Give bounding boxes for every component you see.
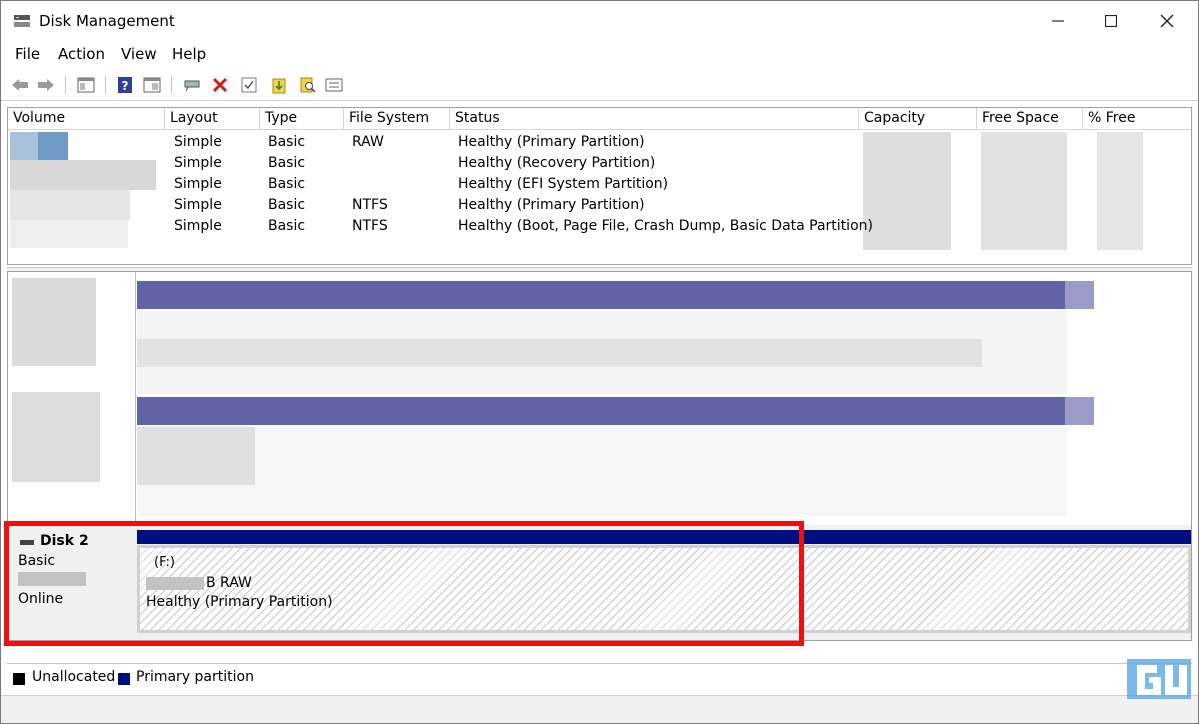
column-header-percent-free[interactable]: % Free (1083, 108, 1191, 130)
disk-management-window: Disk Management File Action View Help ? (0, 0, 1199, 724)
cell-type: Basic (268, 218, 306, 234)
cell-file-system: RAW (352, 134, 384, 150)
connect-icon (184, 80, 200, 92)
obscured-percent-free (1097, 132, 1143, 250)
forward-arrow-icon (38, 79, 54, 91)
legend: Unallocated Primary partition (7, 663, 1192, 691)
watermark-logo (1127, 659, 1191, 699)
cell-status: Healthy (Recovery Partition) (458, 155, 656, 171)
title-bar[interactable]: Disk Management (1, 1, 1198, 41)
obscured-capacity (863, 132, 951, 250)
obscured-partition-bar (1065, 281, 1094, 309)
column-header-free-space[interactable]: Free Space (977, 108, 1083, 130)
highlight-box (4, 521, 804, 646)
column-header-file-system[interactable]: File System (344, 108, 450, 130)
import-icon (272, 78, 286, 94)
cell-status: Healthy (Boot, Page File, Crash Dump, Ba… (458, 218, 873, 234)
minimize-button[interactable] (1031, 1, 1085, 41)
cell-layout: Simple (174, 176, 222, 192)
back-button[interactable] (9, 74, 31, 96)
obscured-volume-name (10, 160, 156, 190)
delete-icon (212, 77, 228, 93)
obscured-volume-name (10, 220, 128, 248)
legend-label-primary-partition: Primary partition (136, 669, 254, 685)
legend-label-unallocated: Unallocated (32, 669, 116, 685)
cell-type: Basic (268, 176, 306, 192)
obscured-disk-label (12, 278, 96, 366)
settings-panel-button[interactable] (323, 74, 345, 96)
cell-type: Basic (268, 134, 306, 150)
console-tree-icon (77, 77, 95, 93)
cell-layout: Simple (174, 134, 222, 150)
column-header-layout[interactable]: Layout (165, 108, 260, 130)
obscured-free-space (981, 132, 1067, 250)
menu-view[interactable]: View (121, 45, 157, 63)
maximize-button[interactable] (1084, 1, 1138, 41)
import-button[interactable] (268, 74, 290, 96)
obscured-volume-name (10, 132, 38, 160)
cell-status: Healthy (EFI System Partition) (458, 176, 669, 192)
maximize-icon (1105, 15, 1117, 27)
obscured-disk-label (12, 392, 100, 482)
settings-panel-icon (325, 78, 343, 92)
cell-layout: Simple (174, 197, 222, 213)
minimize-icon (1052, 20, 1064, 22)
delete-button[interactable] (209, 74, 231, 96)
window-title: Disk Management (39, 12, 175, 30)
search-icon (300, 77, 316, 93)
obscured-volume-name (38, 132, 68, 160)
legend-swatch-unallocated (13, 673, 25, 685)
column-header-status[interactable]: Status (450, 108, 859, 130)
cell-file-system: NTFS (352, 218, 388, 234)
check-icon (241, 77, 257, 93)
cell-layout: Simple (174, 155, 222, 171)
column-header-capacity[interactable]: Capacity (859, 108, 977, 130)
cell-file-system: NTFS (352, 197, 388, 213)
connect-button[interactable] (181, 74, 203, 96)
obscured-partition-bar (1065, 397, 1094, 425)
toolbar-separator (105, 76, 106, 94)
back-arrow-icon (12, 79, 28, 91)
search-button[interactable] (297, 74, 319, 96)
cell-file-system (347, 176, 352, 197)
cell-status: Healthy (Primary Partition) (458, 134, 645, 150)
disk-management-app-icon (14, 15, 30, 27)
cell-status: Healthy (Primary Partition) (458, 197, 645, 213)
disk-label-divider (135, 272, 136, 525)
toolbar-separator (171, 76, 172, 94)
obscured-partition-bar (137, 397, 1065, 425)
obscured-partition-text (137, 427, 255, 485)
toolbar: ? (1, 69, 1198, 101)
obscured-partition-text (137, 339, 982, 367)
cell-type: Basic (268, 155, 306, 171)
close-icon (1160, 14, 1174, 28)
cell-type: Basic (268, 197, 306, 213)
column-header-type[interactable]: Type (260, 108, 344, 130)
status-bar (1, 695, 1198, 723)
legend-swatch-primary-partition (118, 673, 130, 685)
menu-action[interactable]: Action (58, 45, 105, 63)
obscured-volume-name (10, 190, 130, 220)
console-tree-button[interactable] (75, 74, 97, 96)
help-icon: ? (118, 77, 132, 93)
close-button[interactable] (1140, 1, 1194, 41)
obscured-partition[interactable] (137, 426, 1067, 516)
help-button[interactable]: ? (114, 74, 136, 96)
properties-icon (143, 77, 161, 93)
check-button[interactable] (238, 74, 260, 96)
cell-file-system (347, 155, 352, 176)
menu-help[interactable]: Help (172, 45, 206, 63)
volume-list-table[interactable]: Volume Layout Type File System Status Ca… (7, 107, 1192, 265)
toolbar-separator (65, 76, 66, 94)
menu-bar: File Action View Help (1, 43, 1198, 67)
cell-layout: Simple (174, 218, 222, 234)
svg-text:?: ? (122, 79, 129, 93)
obscured-partition-bar (137, 281, 1065, 309)
column-header-volume[interactable]: Volume (8, 108, 165, 130)
forward-button[interactable] (35, 74, 57, 96)
properties-button[interactable] (141, 74, 163, 96)
menu-file[interactable]: File (15, 45, 40, 63)
